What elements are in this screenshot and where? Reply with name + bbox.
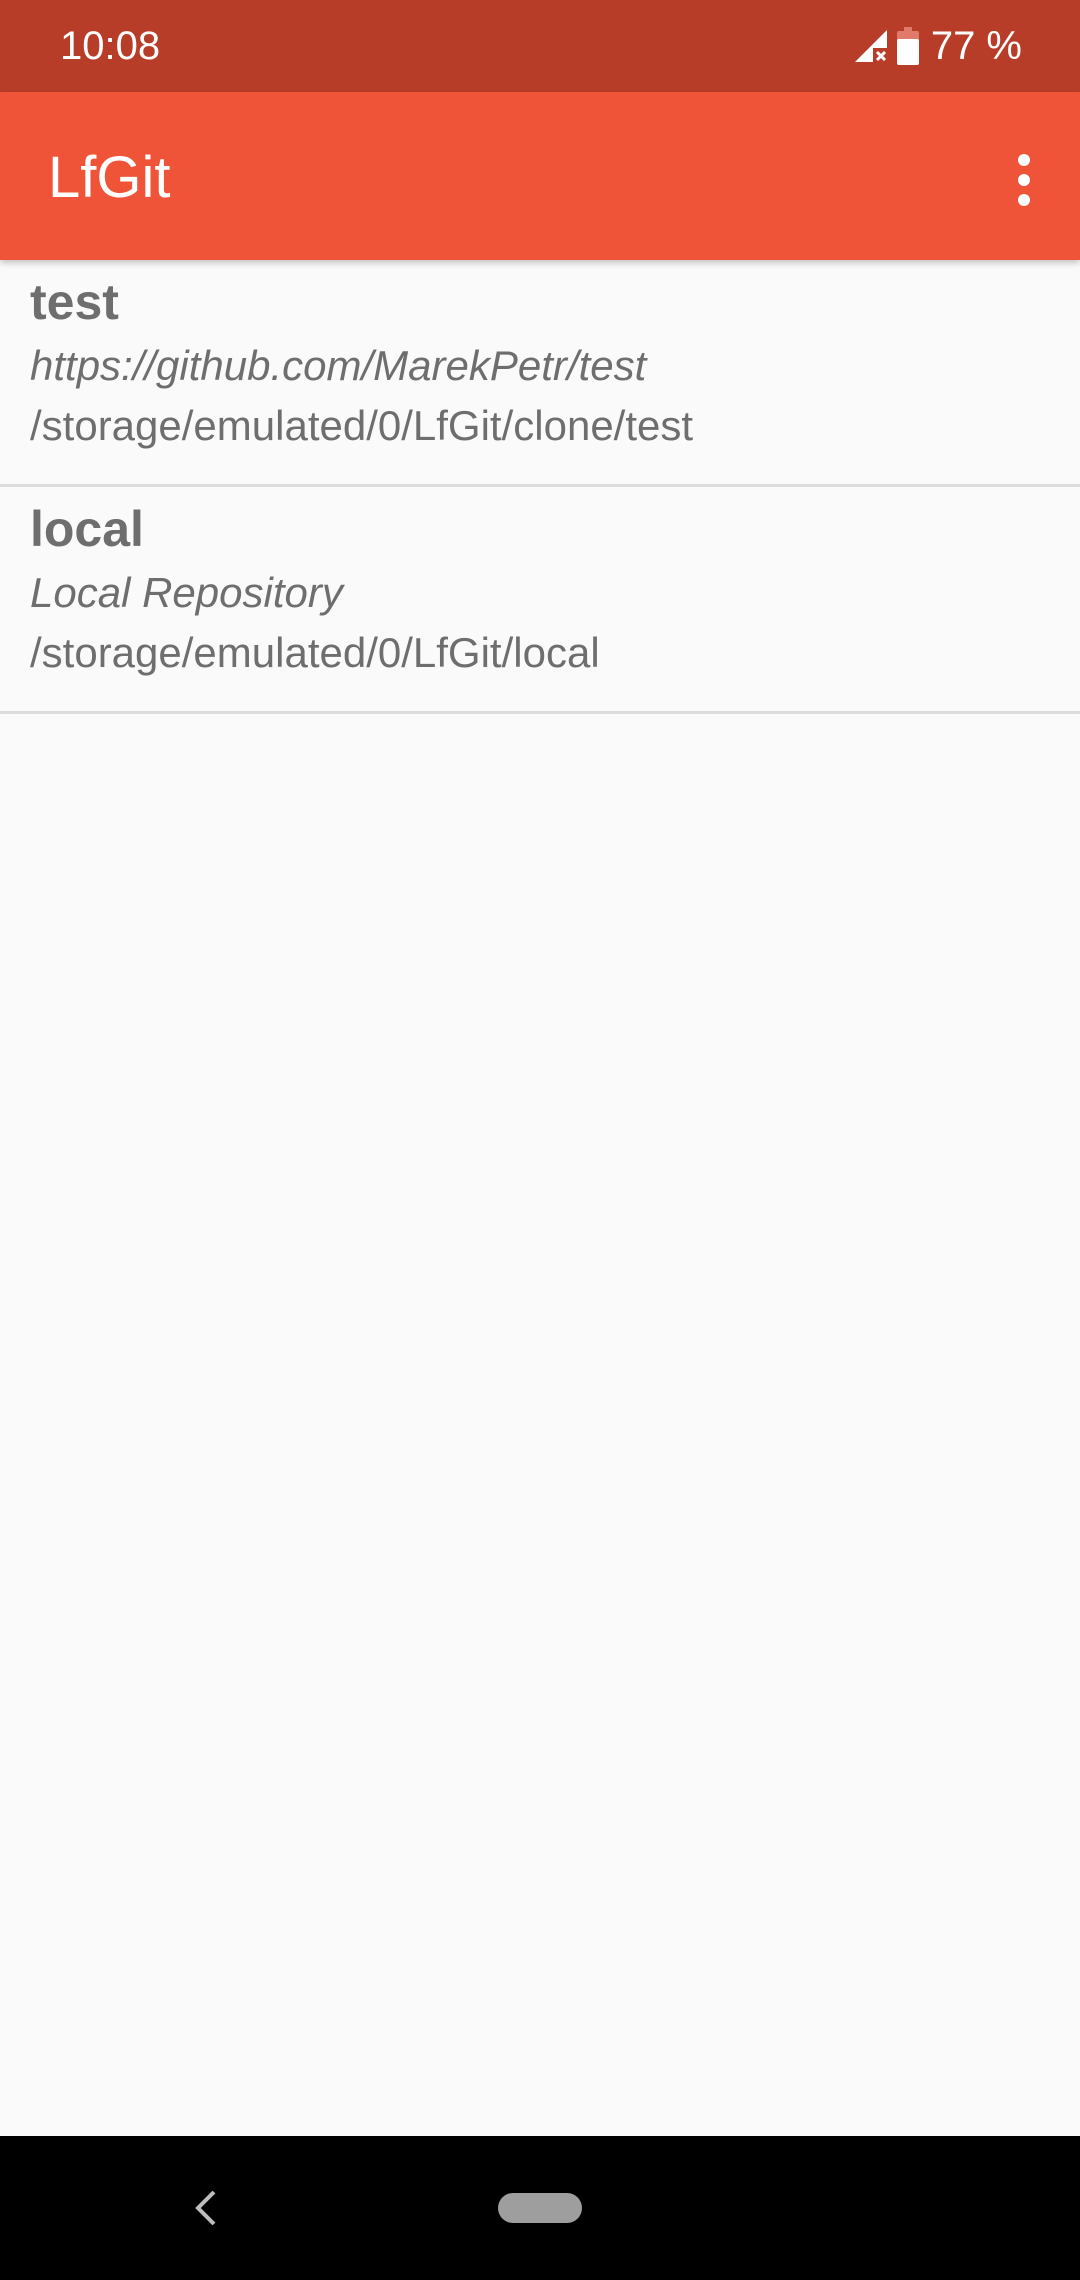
back-icon[interactable]: [190, 2186, 220, 2230]
app-title: LfGit: [48, 145, 171, 210]
repository-remote: Local Repository: [30, 569, 343, 616]
home-pill-icon[interactable]: [498, 2193, 582, 2223]
repository-path: /storage/emulated/0/LfGit/clone/test: [30, 402, 694, 449]
more-vert-icon: [1018, 154, 1030, 206]
status-bar: 10:08 77 %: [0, 0, 1080, 92]
repository-remote: https://github.com/MarekPetr/test: [30, 342, 647, 389]
signal-icon: [854, 30, 889, 64]
status-indicators: 77 %: [853, 22, 1022, 70]
app-bar: LfGit: [0, 92, 1080, 260]
overflow-menu-button[interactable]: [992, 132, 1056, 228]
battery-percent: 77 %: [930, 24, 1022, 68]
repository-name: test: [30, 274, 119, 330]
repository-list: test https://github.com/MarekPetr/test /…: [0, 260, 1080, 714]
repository-item-local[interactable]: local Local Repository /storage/emulated…: [0, 487, 1080, 714]
repository-item-test[interactable]: test https://github.com/MarekPetr/test /…: [0, 260, 1080, 487]
battery-icon: [896, 27, 919, 65]
repository-path: /storage/emulated/0/LfGit/local: [30, 629, 600, 676]
repository-name: local: [30, 501, 144, 557]
status-time: 10:08: [60, 24, 161, 68]
navigation-bar: [0, 2136, 1080, 2280]
